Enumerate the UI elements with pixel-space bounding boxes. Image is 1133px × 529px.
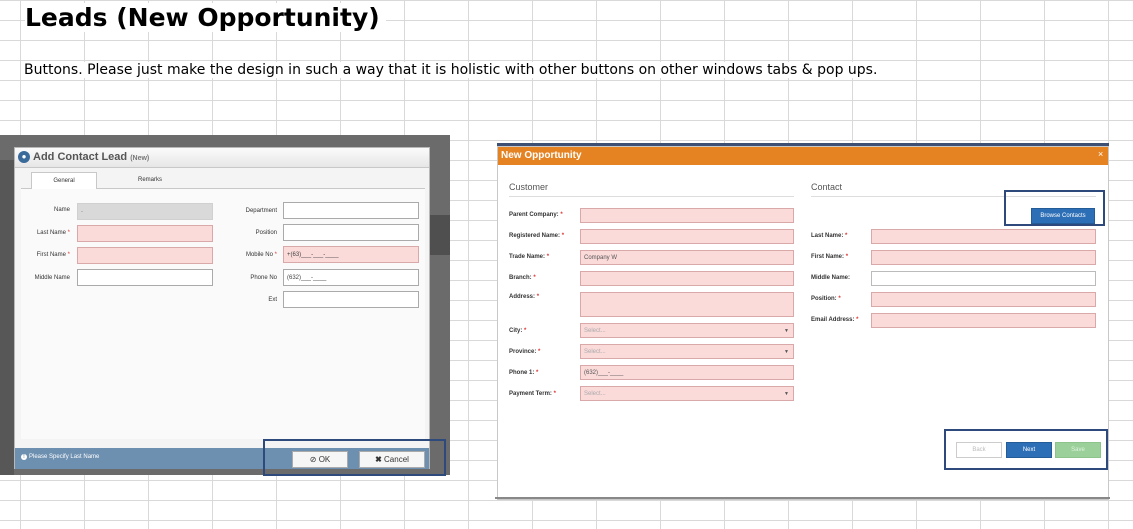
dialog-title: New Opportunity (501, 150, 582, 161)
parent-company-label: Parent Company: * (509, 212, 563, 218)
branch-input[interactable] (580, 271, 794, 286)
tab-bar: General Remarks (21, 169, 425, 189)
sheet-title: Leads (New Opportunity) (25, 3, 386, 32)
chevron-down-icon: ▼ (784, 328, 789, 334)
add-contact-lead-dialog: ● Add Contact Lead (New) General Remarks… (14, 147, 430, 469)
department-input[interactable] (283, 202, 419, 219)
first-name-label: First Name * (36, 252, 70, 258)
phone-1-input[interactable]: (632)___-____ (580, 365, 794, 380)
address-textarea[interactable] (580, 292, 794, 317)
backdrop-right-strip (430, 215, 450, 255)
dialog-title: Add Contact Lead (New) (33, 151, 149, 163)
email-address-input[interactable] (871, 313, 1096, 328)
registered-name-input[interactable] (580, 229, 794, 244)
validation-message: ! Please Specify Last Name (21, 454, 99, 460)
address-label: Address: * (509, 294, 540, 300)
branch-label: Branch: * (509, 275, 536, 281)
phone-no-input[interactable]: (632)___-____ (283, 269, 419, 286)
dialog-title-suffix: (New) (130, 155, 150, 162)
screenshot-bottom-line (495, 497, 1110, 499)
contact-position-input[interactable] (871, 292, 1096, 307)
dialog-header: New Opportunity × (498, 147, 1108, 165)
phone-1-label: Phone 1: * (509, 370, 539, 376)
first-name-input[interactable] (77, 247, 213, 264)
dialog-header: ● Add Contact Lead (New) (15, 148, 429, 168)
name-field: - (77, 203, 213, 220)
chevron-down-icon: ▼ (784, 391, 789, 397)
phone-no-label: Phone No (250, 275, 277, 281)
ext-input[interactable] (283, 291, 419, 308)
trade-name-input[interactable]: Company W (580, 250, 794, 265)
payment-term-select[interactable]: Select... ▼ (580, 386, 794, 401)
dialog-title-text: Add Contact Lead (33, 151, 128, 163)
department-label: Department (245, 208, 277, 214)
close-icon[interactable]: × (1098, 149, 1103, 159)
city-select[interactable]: Select... ▼ (580, 323, 794, 338)
middle-name-input[interactable] (77, 269, 213, 286)
city-label: City: * (509, 328, 527, 334)
mobile-no-label: Mobile No * (245, 252, 277, 258)
middle-name-label: Middle Name (34, 275, 70, 281)
payment-term-label: Payment Term: * (509, 391, 556, 397)
ext-label: Ext (268, 297, 277, 303)
customer-section-title: Customer (509, 182, 549, 192)
contact-last-name-input[interactable] (871, 229, 1096, 244)
registered-name-label: Registered Name: * (509, 233, 565, 239)
tab-remarks[interactable]: Remarks (117, 172, 183, 189)
customer-divider (509, 196, 794, 197)
backdrop-side-strip (0, 160, 14, 475)
parent-company-input[interactable] (580, 208, 794, 223)
contact-section-title: Contact (811, 182, 843, 192)
info-icon: ! (21, 454, 27, 460)
contact-first-name-input[interactable] (871, 250, 1096, 265)
highlight-wizard-buttons (944, 429, 1108, 470)
chevron-down-icon: ▼ (784, 349, 789, 355)
trade-name-label: Trade Name: * (509, 254, 550, 260)
mobile-no-input[interactable]: +(63)___-___-____ (283, 246, 419, 263)
sheet-note: Buttons. Please just make the design in … (24, 62, 884, 78)
last-name-label: Last Name * (36, 230, 70, 236)
contact-middle-name-input[interactable] (871, 271, 1096, 286)
highlight-browse-contacts (1004, 190, 1105, 226)
dialog-body: Name - Last Name * First Name * Middle N… (21, 189, 425, 439)
highlight-dialog-buttons (263, 439, 446, 476)
position-input[interactable] (283, 224, 419, 241)
last-name-input[interactable] (77, 225, 213, 242)
name-label: Name (53, 207, 70, 213)
position-label: Position (255, 230, 277, 236)
province-select[interactable]: Select... ▼ (580, 344, 794, 359)
tab-general[interactable]: General (31, 172, 97, 189)
province-label: Province: * (509, 349, 541, 355)
app-logo-icon: ● (18, 151, 30, 163)
